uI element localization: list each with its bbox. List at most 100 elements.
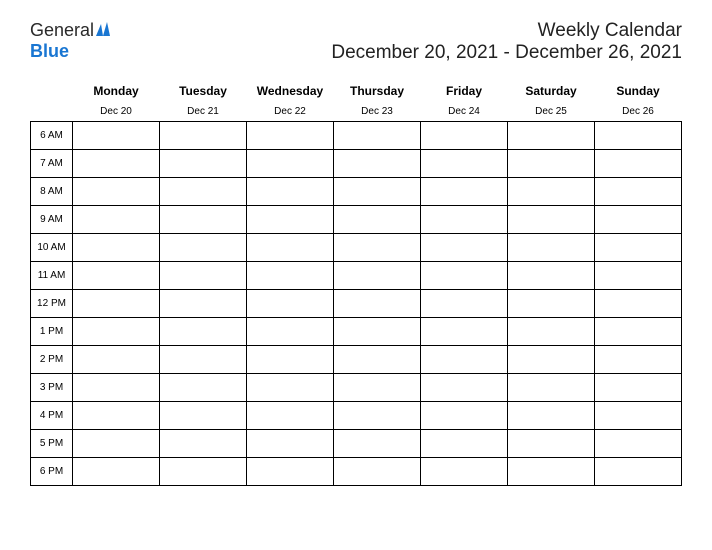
calendar-slot[interactable] xyxy=(160,318,247,346)
calendar-slot[interactable] xyxy=(595,374,682,402)
calendar-slot[interactable] xyxy=(247,430,334,458)
calendar-slot[interactable] xyxy=(334,234,421,262)
calendar-slot[interactable] xyxy=(421,178,508,206)
calendar-slot[interactable] xyxy=(508,458,595,486)
calendar-slot[interactable] xyxy=(160,430,247,458)
calendar-slot[interactable] xyxy=(160,458,247,486)
calendar-slot[interactable] xyxy=(73,234,160,262)
calendar-slot[interactable] xyxy=(421,374,508,402)
calendar-slot[interactable] xyxy=(508,178,595,206)
calendar-slot[interactable] xyxy=(508,234,595,262)
calendar-slot[interactable] xyxy=(421,402,508,430)
calendar-slot[interactable] xyxy=(334,346,421,374)
calendar-slot[interactable] xyxy=(334,150,421,178)
calendar-slot[interactable] xyxy=(595,234,682,262)
calendar-slot[interactable] xyxy=(595,122,682,150)
time-label: 10 AM xyxy=(31,234,73,262)
calendar-slot[interactable] xyxy=(508,262,595,290)
calendar-slot[interactable] xyxy=(595,178,682,206)
calendar-slot[interactable] xyxy=(247,346,334,374)
calendar-slot[interactable] xyxy=(421,346,508,374)
calendar-slot[interactable] xyxy=(595,346,682,374)
calendar-slot[interactable] xyxy=(73,290,160,318)
calendar-slot[interactable] xyxy=(421,430,508,458)
calendar-slot[interactable] xyxy=(508,346,595,374)
calendar-slot[interactable] xyxy=(421,234,508,262)
calendar-slot[interactable] xyxy=(595,206,682,234)
calendar-slot[interactable] xyxy=(334,262,421,290)
calendar-slot[interactable] xyxy=(508,150,595,178)
calendar-slot[interactable] xyxy=(508,318,595,346)
calendar-slot[interactable] xyxy=(73,150,160,178)
calendar-slot[interactable] xyxy=(595,150,682,178)
calendar-slot[interactable] xyxy=(73,430,160,458)
calendar-slot[interactable] xyxy=(73,122,160,150)
calendar-slot[interactable] xyxy=(160,402,247,430)
calendar-slot[interactable] xyxy=(73,262,160,290)
calendar-slot[interactable] xyxy=(160,122,247,150)
calendar-slot[interactable] xyxy=(334,318,421,346)
calendar-slot[interactable] xyxy=(247,458,334,486)
calendar-slot[interactable] xyxy=(421,458,508,486)
calendar-slot[interactable] xyxy=(73,178,160,206)
calendar-slot[interactable] xyxy=(160,178,247,206)
calendar-slot[interactable] xyxy=(421,262,508,290)
calendar-slot[interactable] xyxy=(334,122,421,150)
calendar-slot[interactable] xyxy=(73,206,160,234)
calendar-slot[interactable] xyxy=(508,374,595,402)
calendar-slot[interactable] xyxy=(334,430,421,458)
calendar-slot[interactable] xyxy=(247,374,334,402)
calendar-slot[interactable] xyxy=(247,262,334,290)
time-label: 9 AM xyxy=(31,206,73,234)
calendar-slot[interactable] xyxy=(595,290,682,318)
corner-cell xyxy=(31,102,73,122)
calendar-slot[interactable] xyxy=(73,318,160,346)
hour-row: 8 AM xyxy=(31,178,682,206)
time-label: 7 AM xyxy=(31,150,73,178)
calendar-slot[interactable] xyxy=(247,318,334,346)
calendar-slot[interactable] xyxy=(334,402,421,430)
calendar-slot[interactable] xyxy=(247,402,334,430)
calendar-slot[interactable] xyxy=(421,150,508,178)
calendar-slot[interactable] xyxy=(595,458,682,486)
calendar-slot[interactable] xyxy=(160,150,247,178)
calendar-slot[interactable] xyxy=(247,234,334,262)
calendar-slot[interactable] xyxy=(160,206,247,234)
calendar-slot[interactable] xyxy=(421,290,508,318)
calendar-slot[interactable] xyxy=(247,178,334,206)
calendar-slot[interactable] xyxy=(508,430,595,458)
calendar-slot[interactable] xyxy=(508,290,595,318)
calendar-slot[interactable] xyxy=(73,402,160,430)
calendar-slot[interactable] xyxy=(595,318,682,346)
calendar-slot[interactable] xyxy=(334,178,421,206)
calendar-slot[interactable] xyxy=(247,206,334,234)
calendar-slot[interactable] xyxy=(160,262,247,290)
calendar-slot[interactable] xyxy=(334,458,421,486)
calendar-slot[interactable] xyxy=(160,346,247,374)
calendar-slot[interactable] xyxy=(508,206,595,234)
calendar-slot[interactable] xyxy=(421,122,508,150)
calendar-slot[interactable] xyxy=(247,122,334,150)
calendar-slot[interactable] xyxy=(421,206,508,234)
calendar-slot[interactable] xyxy=(160,234,247,262)
time-label: 1 PM xyxy=(31,318,73,346)
calendar-slot[interactable] xyxy=(73,458,160,486)
calendar-slot[interactable] xyxy=(73,374,160,402)
calendar-slot[interactable] xyxy=(334,290,421,318)
hour-row: 3 PM xyxy=(31,374,682,402)
calendar-slot[interactable] xyxy=(160,290,247,318)
day-name: Sunday xyxy=(595,80,682,102)
calendar-slot[interactable] xyxy=(595,430,682,458)
calendar-slot[interactable] xyxy=(421,318,508,346)
weekly-calendar-table: Monday Tuesday Wednesday Thursday Friday… xyxy=(30,80,682,486)
calendar-slot[interactable] xyxy=(247,150,334,178)
calendar-slot[interactable] xyxy=(334,374,421,402)
calendar-slot[interactable] xyxy=(73,346,160,374)
calendar-slot[interactable] xyxy=(160,374,247,402)
calendar-slot[interactable] xyxy=(508,402,595,430)
calendar-slot[interactable] xyxy=(247,290,334,318)
calendar-slot[interactable] xyxy=(595,402,682,430)
calendar-slot[interactable] xyxy=(508,122,595,150)
calendar-slot[interactable] xyxy=(595,262,682,290)
calendar-slot[interactable] xyxy=(334,206,421,234)
